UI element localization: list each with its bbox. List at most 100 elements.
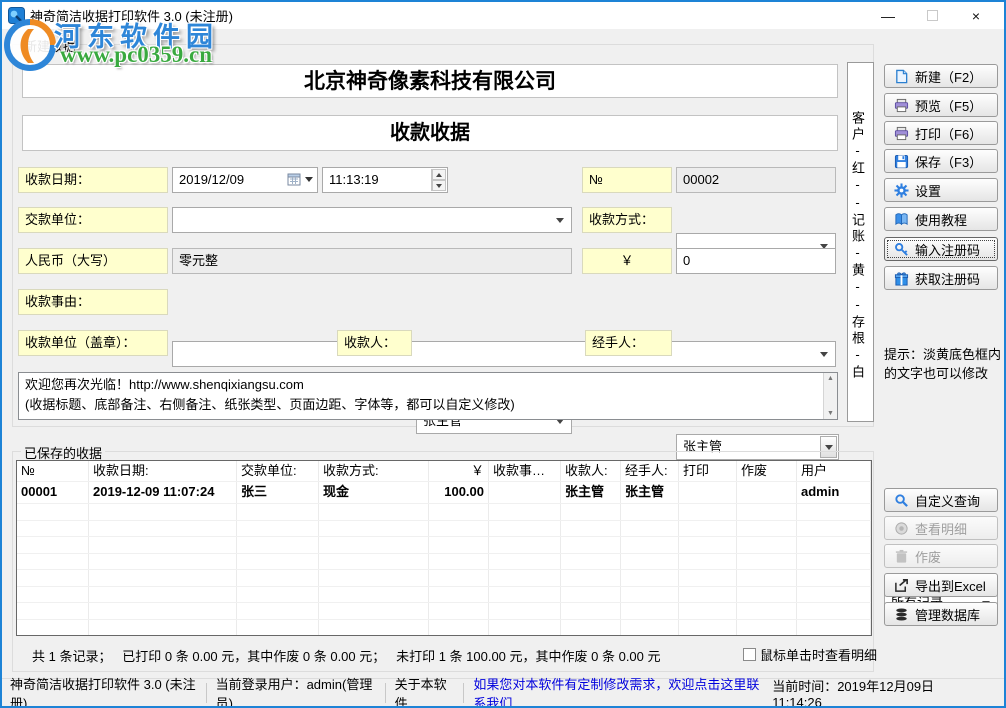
table-cell — [17, 620, 89, 636]
calendar-icon[interactable] — [287, 172, 301, 186]
method-label[interactable]: 收款方式： — [582, 207, 672, 233]
column-header[interactable]: 打印 — [679, 461, 737, 481]
table-cell: 2019-12-09 11:07:24 — [89, 482, 237, 503]
printer-icon — [894, 98, 909, 113]
column-header[interactable]: 作废 — [737, 461, 797, 481]
table-cell — [797, 521, 871, 537]
table-cell: 00001 — [17, 482, 89, 503]
close-button[interactable]: × — [954, 3, 998, 29]
table-cell — [679, 620, 737, 636]
column-header[interactable]: № — [17, 461, 89, 481]
chevron-down-icon[interactable] — [305, 177, 313, 182]
yuan-label[interactable]: ￥ — [582, 248, 672, 274]
table-cell — [319, 554, 429, 570]
checkbox-icon[interactable] — [743, 648, 756, 661]
table-row[interactable]: 000012019-12-09 11:07:24张三现金100.00张主管张主管… — [17, 481, 871, 503]
table-cell — [429, 537, 489, 553]
table-cell — [561, 521, 621, 537]
table-cell — [561, 504, 621, 520]
table-cell — [237, 537, 319, 553]
table-cell — [561, 587, 621, 603]
rmb-label[interactable]: 人民币（大写） — [18, 248, 168, 274]
table-cell — [429, 504, 489, 520]
table-cell — [621, 521, 679, 537]
maximize-icon — [927, 10, 938, 21]
table-cell — [89, 603, 237, 619]
settings-button[interactable]: 设置 — [884, 178, 998, 202]
remarks-textarea[interactable]: 欢迎您再次光临！http://www.shenqixiangsu.com (收据… — [18, 372, 838, 420]
column-header[interactable]: 收款日期: — [89, 461, 237, 481]
custom-query-button[interactable]: 自定义查询 — [884, 488, 998, 512]
table-cell — [621, 570, 679, 586]
contact-link[interactable]: 如果您对本软件有定制修改需求，欢迎点击这里联系我们 — [473, 674, 772, 708]
reason-label[interactable]: 收款事由： — [18, 289, 168, 315]
tutorial-button[interactable]: 使用教程 — [884, 207, 998, 231]
table-cell: 现金 — [319, 482, 429, 503]
preview-button[interactable]: 预览（F5） — [884, 93, 998, 117]
table-cell — [17, 537, 89, 553]
column-header[interactable]: 交款单位: — [237, 461, 319, 481]
table-cell — [679, 570, 737, 586]
save-button[interactable]: 保存（F3） — [884, 149, 998, 173]
table-cell — [621, 620, 679, 636]
date-label[interactable]: 收款日期： — [18, 167, 168, 193]
new-button[interactable]: 新建（F2） — [884, 64, 998, 88]
table-cell — [737, 603, 797, 619]
table-cell — [621, 554, 679, 570]
payee-label[interactable]: 收款人： — [337, 330, 412, 356]
table-cell — [797, 587, 871, 603]
handler-label[interactable]: 经手人： — [585, 330, 672, 356]
reason-combo[interactable] — [172, 341, 836, 367]
chevron-down-icon[interactable] — [820, 352, 828, 357]
table-cell — [489, 482, 561, 503]
print-button[interactable]: 打印（F6） — [884, 121, 998, 145]
table-cell — [679, 504, 737, 520]
unit-label[interactable]: 收款单位（盖章）： — [18, 330, 168, 356]
manage-database-button[interactable]: 管理数据库 — [884, 602, 998, 626]
column-header[interactable]: 用户 — [797, 461, 871, 481]
column-header[interactable]: 收款人: — [561, 461, 621, 481]
receipts-table[interactable]: №收款日期:交款单位:收款方式:￥收款事…收款人:经手人:打印作废用户 0000… — [16, 460, 872, 636]
chevron-down-icon — [825, 445, 833, 450]
time-spinner[interactable]: 11:13:19 — [322, 167, 448, 193]
column-header[interactable]: ￥ — [429, 461, 489, 481]
table-cell — [319, 620, 429, 636]
spin-up-icon[interactable] — [436, 173, 442, 177]
column-header[interactable]: 收款方式: — [319, 461, 429, 481]
table-cell — [17, 554, 89, 570]
remarks-scrollbar[interactable]: ▲▼ — [823, 373, 837, 419]
payer-label[interactable]: 交款单位： — [18, 207, 168, 233]
table-cell — [319, 504, 429, 520]
payer-combo[interactable] — [172, 207, 572, 233]
book-icon — [894, 212, 909, 227]
amount-field[interactable]: 0 — [676, 248, 836, 274]
table-cell — [489, 620, 561, 636]
window-title: 神奇简洁收据打印软件 3.0 (未注册) — [30, 6, 233, 25]
column-header[interactable]: 收款事… — [489, 461, 561, 481]
no-field: 00002 — [676, 167, 836, 193]
table-cell — [489, 570, 561, 586]
chevron-down-icon[interactable] — [556, 218, 564, 223]
date-value: 2019/12/09 — [179, 172, 244, 187]
no-label[interactable]: № — [582, 167, 672, 193]
spin-down-icon[interactable] — [436, 184, 442, 188]
view-detail-button: 查看明细 — [884, 516, 998, 540]
get-code-button[interactable]: 获取注册码 — [884, 266, 998, 290]
company-name-field[interactable]: 北京神奇像素科技有限公司 — [22, 64, 838, 98]
table-cell — [737, 537, 797, 553]
printer-icon — [894, 126, 909, 141]
scroll-down-icon: ▼ — [827, 410, 834, 417]
export-excel-button[interactable]: 导出到Excel — [884, 573, 998, 597]
date-picker[interactable]: 2019/12/09 — [172, 167, 318, 193]
maximize-button — [910, 3, 954, 29]
column-header[interactable]: 经手人: — [621, 461, 679, 481]
view-detail-checkbox[interactable]: 鼠标单击时查看明细 — [743, 645, 877, 664]
table-empty-row — [17, 553, 871, 570]
about-link[interactable]: 关于本软件 — [395, 674, 455, 708]
time-spinner-buttons[interactable] — [431, 169, 446, 191]
table-cell: 张主管 — [621, 482, 679, 503]
table-cell — [319, 603, 429, 619]
minimize-button[interactable]: — — [866, 3, 910, 29]
enter-code-button[interactable]: 输入注册码 — [884, 237, 998, 261]
receipt-title-field[interactable]: 收款收据 — [22, 115, 838, 151]
